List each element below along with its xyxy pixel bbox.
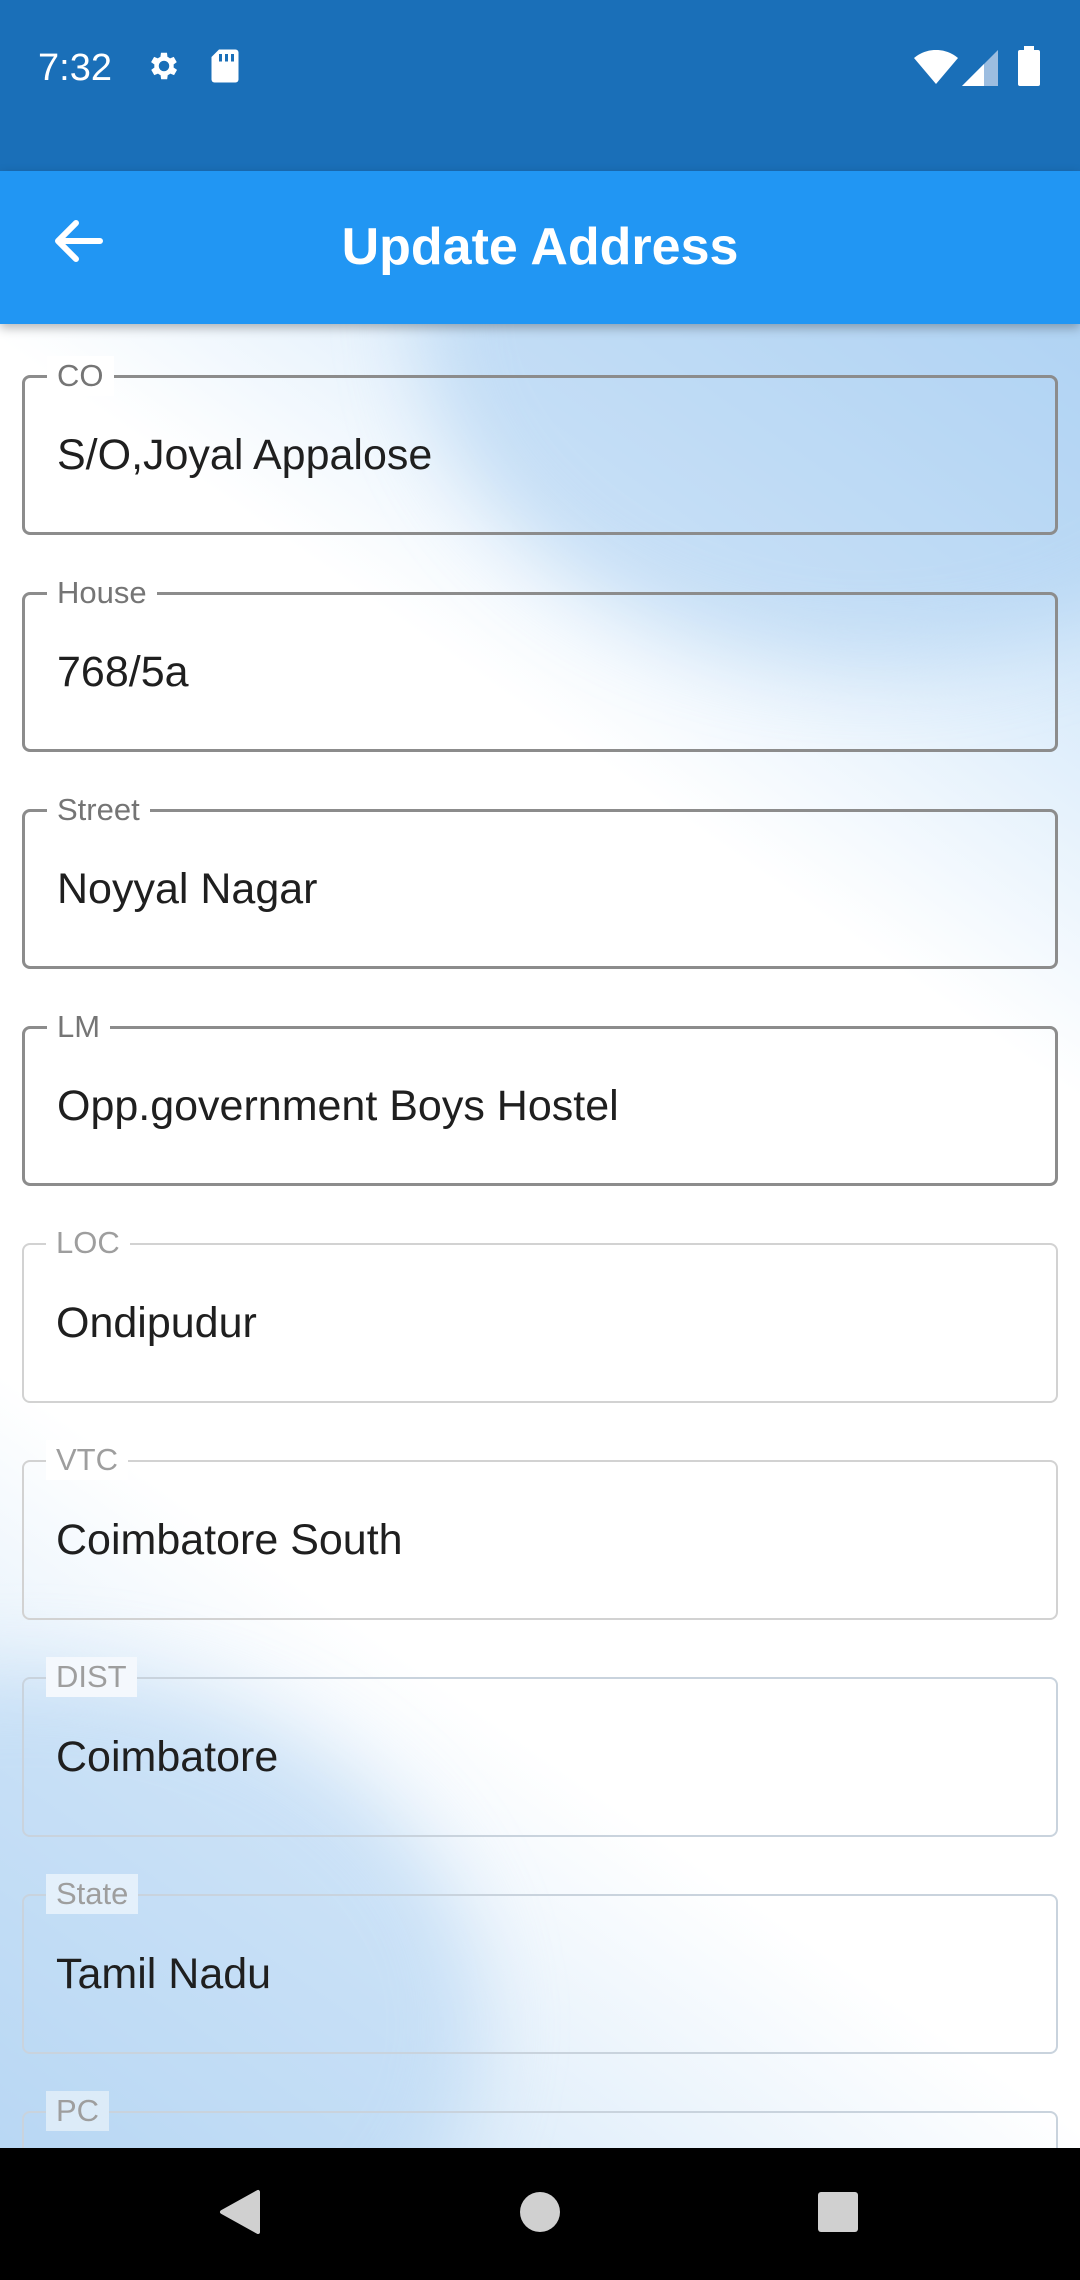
pc-field[interactable]: PC [22,2091,1058,2148]
lm-value: Opp.government Boys Hostel [57,1081,619,1130]
state-field[interactable]: State Tamil Nadu [22,1874,1058,2054]
pc-label: PC [46,2091,110,2131]
nav-recents-button[interactable] [768,2148,908,2280]
co-value: S/O,Joyal Appalose [57,430,433,479]
wifi-icon [914,49,958,89]
nav-back-button[interactable] [170,2148,310,2280]
vtc-field[interactable]: VTC Coimbatore South [22,1440,1058,1620]
status-time: 7:32 [38,47,112,89]
co-field[interactable]: CO S/O,Joyal Appalose [22,356,1058,535]
page-title: Update Address [341,218,739,276]
loc-field[interactable]: LOC Ondipudur [22,1223,1058,1403]
lm-field[interactable]: LM Opp.government Boys Hostel [22,1007,1058,1186]
house-field[interactable]: House 768/5a [22,573,1058,752]
arrow-back-icon [52,219,104,268]
nav-home-button[interactable] [470,2148,610,2280]
vtc-value: Coimbatore South [56,1515,403,1564]
signal-icon [962,50,998,91]
status-bar: 7:32 [0,0,1080,171]
back-triangle-icon [218,2188,262,2241]
street-field[interactable]: Street Noyyal Nagar [22,790,1058,969]
recents-square-icon [817,2191,859,2238]
street-value: Noyyal Nagar [57,864,318,913]
gear-icon [146,48,182,89]
dist-field[interactable]: DIST Coimbatore [22,1657,1058,1837]
dist-value: Coimbatore [56,1732,279,1781]
navigation-bar [0,2148,1080,2280]
loc-value: Ondipudur [56,1298,257,1347]
state-value: Tamil Nadu [56,1949,272,1998]
back-button[interactable] [28,193,128,293]
sd-card-icon [210,48,240,89]
address-form[interactable]: CO S/O,Joyal Appalose House 768/5a Stree… [0,324,1080,2148]
battery-icon [1018,46,1040,91]
house-value: 768/5a [57,647,189,696]
app-bar: Update Address [0,171,1080,324]
home-circle-icon [519,2191,561,2238]
